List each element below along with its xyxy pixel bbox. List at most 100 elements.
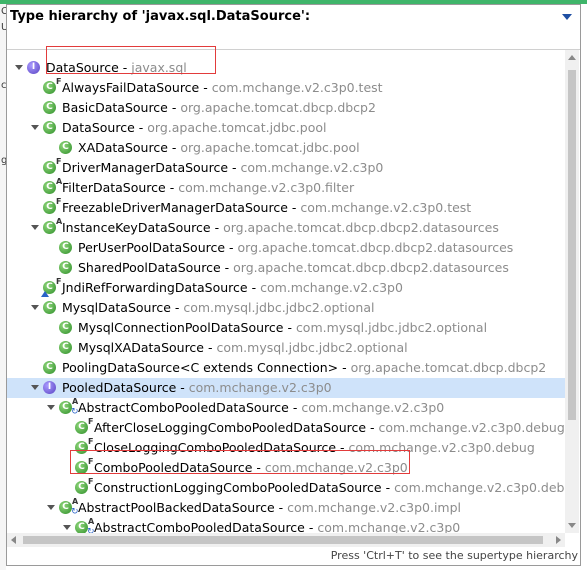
tree-item[interactable]: FAlwaysFailDataSource - com.mchange.v2.c… [7, 77, 565, 98]
package-name: com.mchange.v2.c3p0.test [211, 80, 383, 95]
type-hierarchy-tree: DataSource - javax.sqlFAlwaysFailDataSou… [7, 50, 565, 533]
scroll-right-icon[interactable] [556, 536, 561, 544]
expand-toggle-icon[interactable] [31, 225, 39, 230]
scroll-up-icon[interactable] [568, 55, 576, 60]
scrollbar-thumb[interactable] [23, 536, 543, 544]
tree-item[interactable]: A↻AbstractComboPooledDataSource - com.mc… [7, 517, 565, 533]
tree-item[interactable]: FAfterCloseLoggingComboPooledDataSource … [7, 417, 565, 438]
package-name: org.apache.tomcat.jdbc.pool [180, 140, 360, 155]
type-name: DriverManagerDataSource [62, 160, 229, 175]
class-icon [75, 421, 88, 434]
tree-item-label: MysqlXADataSource - com.mysql.jdbc.jdbc2… [78, 340, 408, 355]
type-name: DataSource [62, 120, 135, 135]
expand-toggle-icon[interactable] [31, 125, 39, 130]
expand-toggle-icon[interactable] [63, 525, 71, 530]
tree-item-label: InstanceKeyDataSource - org.apache.tomca… [62, 220, 499, 235]
scroll-down-icon[interactable] [568, 523, 576, 528]
tree-item-label: FilterDataSource - com.mchange.v2.c3p0.f… [62, 180, 355, 195]
tree-item-label: BasicDataSource - org.apache.tomcat.dbcp… [62, 100, 376, 115]
type-name: InstanceKeyDataSource [62, 220, 211, 235]
tree-item-label: DriverManagerDataSource - com.mchange.v2… [62, 160, 384, 175]
package-name: org.apache.tomcat.dbcp.dbcp2.datasources [223, 220, 499, 235]
expand-toggle-icon[interactable] [47, 505, 55, 510]
class-icon [43, 201, 56, 214]
tree-item[interactable]: SharedPoolDataSource - org.apache.tomcat… [7, 258, 565, 278]
tree-item[interactable]: FFreezableDriverManagerDataSource - com.… [7, 197, 565, 218]
final-modifier-icon: F [88, 457, 94, 466]
tree-item[interactable]: PerUserPoolDataSource - org.apache.tomca… [7, 238, 565, 258]
type-hierarchy-popup: Type hierarchy of 'javax.sql.DataSource'… [6, 4, 581, 566]
final-modifier-icon: F [88, 437, 94, 446]
class-icon [43, 81, 56, 94]
status-hint: Press 'Ctrl+T' to see the supertype hier… [330, 549, 578, 562]
package-name: org.apache.tomcat.dbcp.dbcp2 [180, 100, 376, 115]
final-modifier-icon: F [88, 477, 94, 486]
package-name: com.mysql.jdbc.jdbc2.optional [216, 340, 408, 355]
package-name: com.mchange.v2.c3p0.debug [378, 420, 565, 435]
tree-item[interactable]: PoolingDataSource<C extends Connection> … [7, 358, 565, 378]
package-name: com.mchange.v2.c3p0.debug [394, 480, 565, 495]
package-name: org.apache.tomcat.dbcp.dbcp2.datasources [237, 240, 514, 255]
tree-item[interactable]: FJndiRefForwardingDataSource - com.mchan… [7, 277, 565, 298]
tree-item[interactable]: MysqlDataSource - com.mysql.jdbc.jdbc2.o… [7, 298, 565, 318]
final-modifier-icon: F [56, 157, 62, 166]
tree-item-label: CloseLoggingComboPooledDataSource - com.… [94, 440, 535, 455]
type-name: AlwaysFailDataSource [62, 80, 200, 95]
scroll-left-icon[interactable] [11, 536, 16, 544]
tree-item[interactable]: DataSource - javax.sql [7, 58, 565, 78]
class-icon [75, 461, 88, 474]
tree-item[interactable]: MysqlXADataSource - com.mysql.jdbc.jdbc2… [7, 338, 565, 358]
tree-item[interactable]: MysqlConnectionPoolDataSource - com.mysq… [7, 318, 565, 338]
class-icon [43, 221, 56, 234]
expand-toggle-icon[interactable] [31, 385, 39, 390]
package-name: com.mchange.v2.c3p0 [264, 460, 408, 475]
tree-item-label: SharedPoolDataSource - org.apache.tomcat… [78, 260, 509, 275]
package-name: com.mchange.v2.c3p0 [188, 380, 332, 395]
package-name: com.mysql.jdbc.jdbc2.optional [183, 300, 375, 315]
vertical-scrollbar[interactable] [565, 50, 579, 533]
type-name: PoolingDataSource<C extends Connection> [62, 360, 339, 375]
type-name: BasicDataSource [62, 100, 168, 115]
expand-toggle-icon[interactable] [31, 305, 39, 310]
filter-input[interactable] [10, 29, 565, 45]
class-icon [43, 161, 56, 174]
horizontal-scrollbar[interactable] [7, 533, 565, 547]
view-menu-icon[interactable] [562, 14, 572, 20]
tree-item-label: PooledDataSource - com.mchange.v2.c3p0 [62, 380, 332, 395]
expand-toggle-icon[interactable] [47, 405, 55, 410]
type-name: MysqlXADataSource [78, 340, 204, 355]
tree-item[interactable]: AInstanceKeyDataSource - org.apache.tomc… [7, 217, 565, 238]
tree-item-label: AbstractComboPooledDataSource - com.mcha… [94, 520, 461, 533]
package-name: com.mchange.v2.c3p0.filter [178, 180, 355, 195]
tree-item-label: AbstractComboPooledDataSource - com.mcha… [78, 400, 445, 415]
package-name: org.apache.tomcat.dbcp.dbcp2 [350, 360, 547, 375]
tree-item[interactable]: PooledDataSource - com.mchange.v2.c3p0 [7, 378, 565, 398]
tree-item-label: DataSource - javax.sql [46, 60, 187, 75]
tree-item[interactable]: FCloseLoggingComboPooledDataSource - com… [7, 437, 565, 458]
expand-toggle-icon[interactable] [15, 65, 23, 70]
tree-item[interactable]: FDriverManagerDataSource - com.mchange.v… [7, 157, 565, 178]
tree-item[interactable]: FConstructionLoggingComboPooledDataSourc… [7, 477, 565, 498]
type-name: SharedPoolDataSource [78, 260, 221, 275]
tree-item[interactable]: XADataSource - org.apache.tomcat.jdbc.po… [7, 138, 565, 158]
type-name: CloseLoggingComboPooledDataSource [94, 440, 337, 455]
class-icon [59, 321, 72, 334]
type-name: ConstructionLoggingComboPooledDataSource [94, 480, 382, 495]
tree-item[interactable]: FComboPooledDataSource - com.mchange.v2.… [7, 457, 565, 478]
class-icon [75, 481, 88, 494]
tree-item[interactable]: DataSource - org.apache.tomcat.jdbc.pool [7, 118, 565, 138]
class-icon [43, 361, 56, 374]
final-modifier-icon: F [56, 277, 62, 286]
tree-item[interactable]: A↻AbstractPoolBackedDataSource - com.mch… [7, 497, 565, 518]
class-icon [43, 301, 56, 314]
tree-item[interactable]: AFilterDataSource - com.mchange.v2.c3p0.… [7, 177, 565, 198]
package-name: com.mchange.v2.c3p0.debug [348, 440, 535, 455]
tree-item[interactable]: A↻AbstractComboPooledDataSource - com.mc… [7, 397, 565, 418]
type-name: AbstractComboPooledDataSource [78, 400, 289, 415]
tree-item[interactable]: BasicDataSource - org.apache.tomcat.dbcp… [7, 98, 565, 118]
package-name: com.mchange.v2.c3p0 [301, 400, 445, 415]
tree-item-label: JndiRefForwardingDataSource - com.mchang… [62, 280, 403, 295]
interface-icon [27, 61, 40, 74]
scrollbar-thumb[interactable] [568, 70, 576, 420]
type-name: FilterDataSource [62, 180, 166, 195]
